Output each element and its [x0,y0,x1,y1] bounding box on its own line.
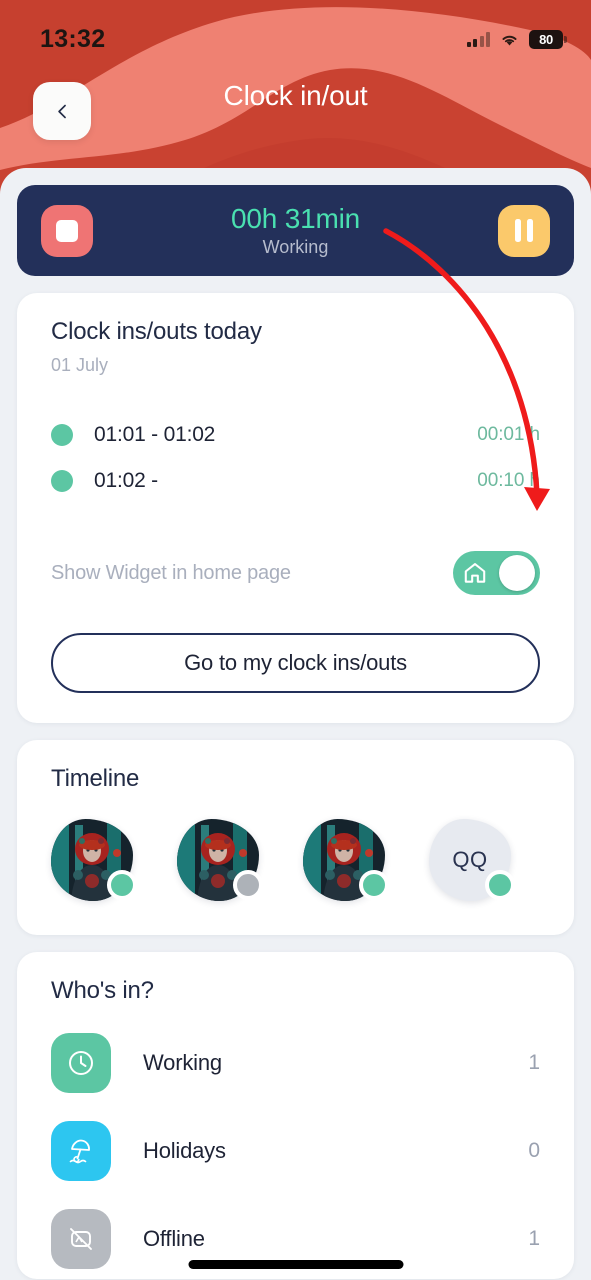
signal-bars-icon [466,31,490,47]
battery-level: 80 [539,31,553,47]
pause-icon [515,219,533,242]
status-bar: 13:32 80 [0,0,591,56]
timer-readout: 00h 31min Working [93,203,498,258]
avatar-status-dot [233,870,263,900]
stop-icon [56,219,78,242]
avatar-initials: QQ [452,847,488,872]
entry-range: 01:02 - [94,469,158,492]
timer-value: 00h 31min [231,203,360,234]
avatar[interactable] [177,819,263,901]
timeline-title: Timeline [51,765,140,792]
timer-card: 00h 31min Working [17,185,574,276]
stop-button[interactable] [41,204,93,257]
widget-toggle-row: Show Widget in home page [51,551,540,595]
clock-ins-title: Clock ins/outs today [51,318,262,345]
status-dot-icon [51,470,73,492]
clock-icon-badge [51,1033,111,1093]
whos-in-count: 1 [528,1051,540,1074]
avatar[interactable] [303,819,389,901]
entry-duration: 00:10 h [477,470,540,491]
clock-icon [69,1051,93,1075]
entry-range: 01:01 - 01:02 [94,423,216,446]
whos-in-count: 0 [528,1139,540,1162]
whos-in-label: Working [143,1050,222,1075]
timer-status: Working [262,237,329,257]
list-item[interactable]: 01:01 - 01:02 00:01 h [51,412,540,458]
whos-in-label: Offline [143,1226,205,1251]
timeline-card: Timeline QQ [17,740,574,935]
battery-icon: 80 [529,29,567,49]
status-bar-indicators: 80 [466,29,567,49]
home-icon [464,563,486,583]
offline-icon [70,1228,92,1250]
beach-umbrella-icon-badge [51,1121,111,1181]
toggle-knob [499,555,535,591]
avatar[interactable] [51,819,137,901]
offline-icon-badge [51,1209,111,1269]
avatar-status-dot [107,870,137,900]
timeline-avatars: QQ [51,819,540,901]
whos-in-count: 1 [528,1227,540,1250]
app-screen: 13:32 80 Clock in/out 00h 31min Working … [0,0,591,1280]
nav-bar: Clock in/out [0,56,591,140]
entry-duration: 00:01 h [477,424,540,445]
content-sheet: 00h 31min Working Clock ins/outs today 0… [0,168,591,1280]
pause-button[interactable] [498,204,550,257]
clock-ins-list: 01:01 - 01:02 00:01 h 01:02 - 00:10 h [51,412,540,504]
page-title: Clock in/out [223,80,368,111]
home-indicator [188,1260,403,1269]
whos-in-title: Who's in? [51,977,154,1004]
clock-ins-card: Clock ins/outs today 01 July 01:01 - 01:… [17,293,574,723]
avatar-status-dot [359,870,389,900]
avatar-status-dot [485,870,515,900]
clock-ins-date: 01 July [51,355,109,375]
widget-toggle[interactable] [453,551,540,595]
status-bar-time: 13:32 [40,24,106,53]
whos-in-row-working[interactable]: Working 1 [51,1033,540,1093]
go-to-clock-ins-button[interactable]: Go to my clock ins/outs [51,633,540,693]
widget-toggle-label: Show Widget in home page [51,561,291,584]
whos-in-card: Who's in? Working 1 Holidays 0 Offline 1 [17,952,574,1279]
list-item[interactable]: 01:02 - 00:10 h [51,458,540,504]
status-dot-icon [51,424,73,446]
avatar[interactable]: QQ [429,819,515,901]
beach-umbrella-icon [69,1139,90,1164]
whos-in-row-holidays[interactable]: Holidays 0 [51,1121,540,1181]
whos-in-label: Holidays [143,1138,226,1163]
wifi-icon [502,35,517,45]
